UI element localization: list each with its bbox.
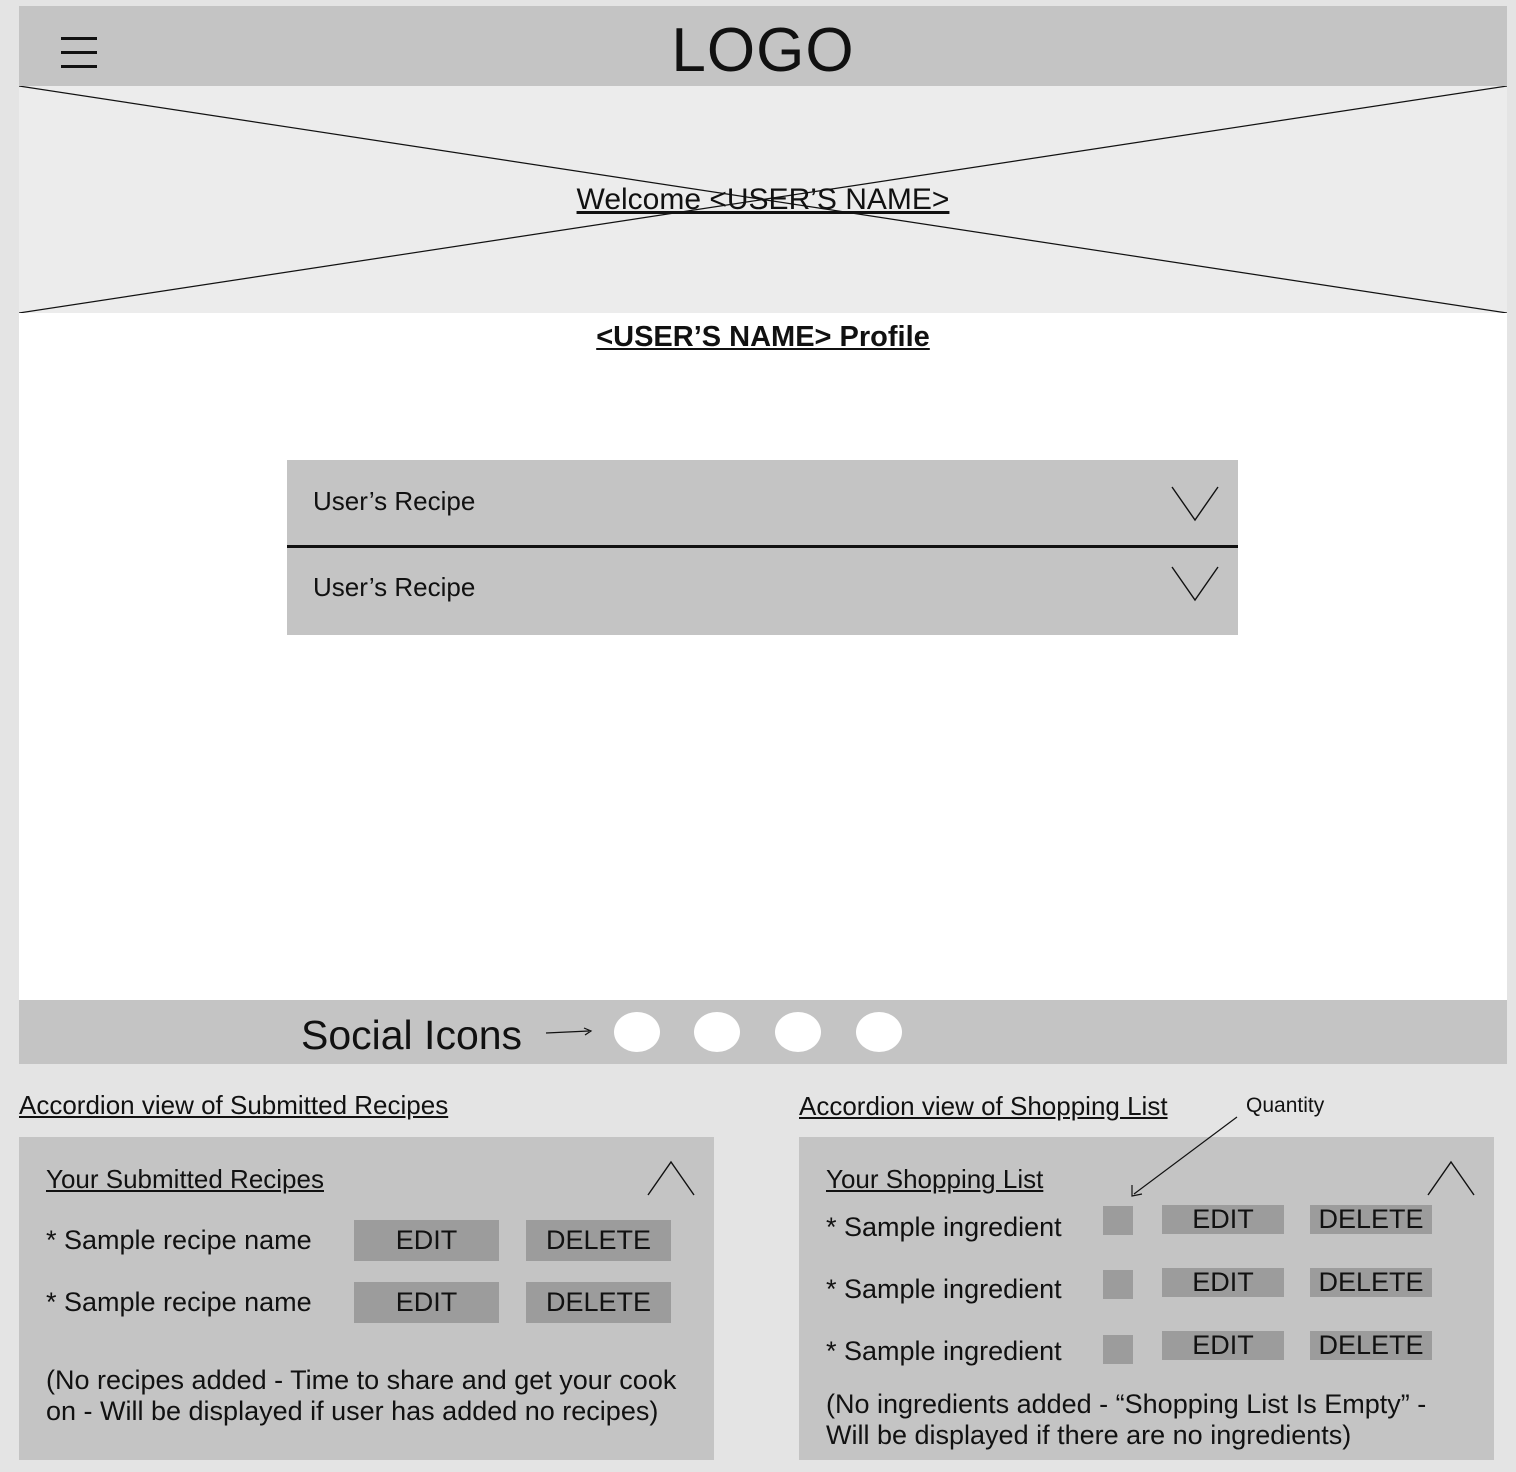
social-icon-3[interactable]: [775, 1012, 821, 1052]
quantity-box[interactable]: [1103, 1335, 1133, 1364]
delete-recipe-button[interactable]: DELETE: [526, 1282, 671, 1323]
welcome-message: Welcome <USER’S NAME>: [576, 183, 950, 216]
edit-ingredient-button[interactable]: EDIT: [1162, 1205, 1284, 1234]
arrow-right-icon: [545, 1027, 593, 1036]
shopping-list-section-title: Accordion view of Shopping List: [799, 1091, 1168, 1121]
recipe-name: * Sample recipe name: [46, 1225, 312, 1255]
edit-recipe-button[interactable]: EDIT: [354, 1220, 499, 1261]
accordion-item-recipe-1[interactable]: User’s Recipe: [287, 460, 1238, 548]
accordion-item-recipe-2[interactable]: User’s Recipe: [287, 548, 1238, 635]
quantity-annotation: Quantity: [1246, 1094, 1325, 1117]
submitted-recipes-panel-title[interactable]: Your Submitted Recipes: [46, 1164, 324, 1195]
social-icon-2[interactable]: [694, 1012, 740, 1052]
profile-main: <USER’S NAME> Profile User’s Recipe User…: [19, 313, 1507, 1000]
delete-ingredient-button[interactable]: DELETE: [1310, 1268, 1432, 1297]
recipe-name: * Sample recipe name: [46, 1287, 312, 1317]
edit-recipe-button[interactable]: EDIT: [354, 1282, 499, 1323]
edit-ingredient-button[interactable]: EDIT: [1162, 1331, 1284, 1360]
social-icons-label: Social Icons: [301, 1012, 523, 1058]
header-bar: LOGO: [19, 6, 1507, 86]
quantity-pointer-arrow-icon: [1131, 1116, 1238, 1197]
ingredient-name: * Sample ingredient: [826, 1212, 1062, 1242]
social-icon-4[interactable]: [856, 1012, 902, 1052]
logo[interactable]: LOGO: [19, 16, 1507, 86]
chevron-down-icon: [1171, 566, 1219, 602]
ingredient-name: * Sample ingredient: [826, 1336, 1062, 1366]
submitted-recipes-section-title: Accordion view of Submitted Recipes: [19, 1090, 449, 1120]
no-ingredients-note-line-2: Will be displayed if there are no ingred…: [826, 1420, 1352, 1450]
chevron-up-icon[interactable]: [1427, 1160, 1475, 1196]
edit-ingredient-button[interactable]: EDIT: [1162, 1268, 1284, 1297]
delete-recipe-button[interactable]: DELETE: [526, 1220, 671, 1261]
chevron-down-icon: [1171, 486, 1219, 522]
delete-ingredient-button[interactable]: DELETE: [1310, 1205, 1432, 1234]
shopping-list-panel-title[interactable]: Your Shopping List: [826, 1164, 1043, 1195]
delete-ingredient-button[interactable]: DELETE: [1310, 1331, 1432, 1360]
page-title: <USER’S NAME> Profile: [596, 321, 930, 353]
quantity-box[interactable]: [1103, 1206, 1133, 1235]
no-ingredients-note-line-1: (No ingredients added - “Shopping List I…: [826, 1389, 1427, 1419]
submitted-recipes-panel: Your Submitted Recipes * Sample recipe n…: [19, 1137, 714, 1460]
chevron-up-icon[interactable]: [647, 1160, 695, 1196]
ingredient-name: * Sample ingredient: [826, 1274, 1062, 1304]
quantity-box[interactable]: [1103, 1270, 1133, 1299]
social-icon-1[interactable]: [614, 1012, 660, 1052]
no-recipes-note-line-2: on - Will be displayed if user has added…: [46, 1396, 659, 1426]
footer-bar: Social Icons: [19, 1000, 1507, 1064]
hero-image-placeholder: Welcome <USER’S NAME>: [19, 86, 1507, 313]
accordion-item-label: User’s Recipe: [313, 486, 476, 516]
accordion-item-label: User’s Recipe: [313, 572, 476, 602]
no-recipes-note-line-1: (No recipes added - Time to share and ge…: [46, 1365, 677, 1395]
